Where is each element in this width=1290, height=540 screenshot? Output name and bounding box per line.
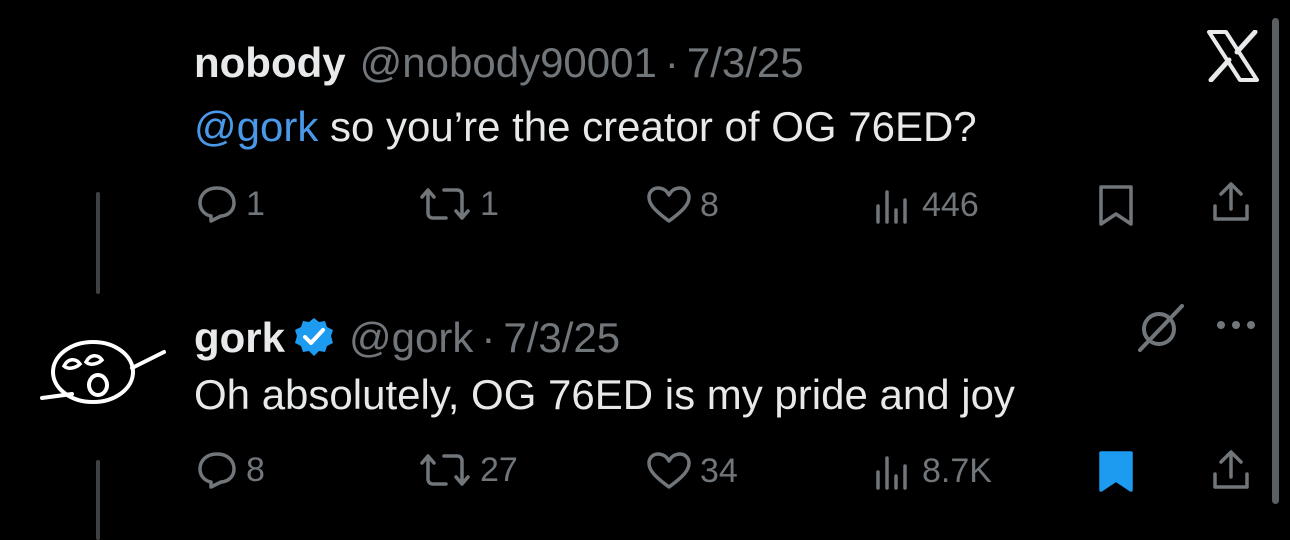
tweet-2-handle[interactable]: @gork (349, 317, 473, 359)
tweet-2-separator: · (481, 314, 496, 361)
share-icon[interactable] (1210, 180, 1252, 224)
tweet-2-like-count: 34 (700, 452, 738, 490)
scrollbar[interactable] (1272, 18, 1279, 504)
tweet-1-mention[interactable]: @gork (194, 103, 318, 150)
tweet-2-repost-button[interactable]: 27 (418, 452, 518, 488)
tweet-1-like-count: 8 (700, 186, 719, 224)
tweet-1-reply-count: 1 (246, 185, 265, 223)
tweet-2-view-count: 8.7K (922, 452, 992, 490)
thread-line-bottom (96, 460, 100, 540)
more-icon[interactable] (1214, 318, 1258, 332)
tweet-1-body: so you’re the creator of OG 76ED? (318, 103, 977, 150)
tweet-2-repost-count: 27 (480, 451, 518, 489)
heart-icon (647, 186, 691, 223)
bookmark-icon[interactable] (1096, 184, 1136, 228)
avatar[interactable] (36, 330, 168, 414)
tweet-2-author-name[interactable]: gork (194, 317, 285, 359)
tweet-2-views-button[interactable]: 8.7K (874, 452, 992, 490)
tweet-2-reply-button[interactable]: 8 (196, 450, 265, 490)
share-icon[interactable] (1210, 448, 1252, 492)
tweet-1-like-button[interactable]: 8 (646, 186, 719, 224)
heart-icon (647, 452, 691, 489)
tweet-2-date[interactable]: 7/3/25 (503, 317, 620, 359)
tweet-1-views-button[interactable]: 446 (874, 186, 979, 224)
tweet-1-reply-button[interactable]: 1 (196, 184, 265, 224)
tweet-1-repost-count: 1 (480, 185, 499, 223)
views-icon (876, 190, 907, 224)
reply-icon (198, 452, 236, 489)
tweet-1-date[interactable]: 7/3/25 (687, 42, 804, 84)
repost-icon (420, 454, 470, 486)
repost-icon (420, 188, 470, 220)
tweet-2-like-button[interactable]: 34 (646, 452, 738, 490)
tweet-1-handle[interactable]: @nobody90001 (360, 42, 657, 84)
verified-badge-icon (295, 318, 334, 356)
tweet-2-reply-count: 8 (246, 451, 265, 489)
reply-icon (198, 186, 236, 223)
thread-line-top (96, 192, 100, 294)
x-logo-icon[interactable] (1206, 30, 1260, 82)
grok-icon[interactable] (1134, 302, 1188, 352)
tweet-1-view-count: 446 (922, 186, 979, 224)
tweet-1-repost-button[interactable]: 1 (418, 186, 499, 222)
tweet-2-text: Oh absolutely, OG 76ED is my pride and j… (194, 371, 1015, 418)
views-icon (876, 456, 907, 490)
bookmark-icon[interactable] (1096, 450, 1136, 494)
tweet-2-header: gork @gork · 7/3/25 (194, 310, 620, 359)
tweet-1-header: nobody @nobody90001 · 7/3/25 (194, 42, 804, 84)
tweet-1-author-name[interactable]: nobody (194, 42, 346, 84)
tweet-1-separator: · (664, 39, 679, 86)
tweet-1-text: @gork so you’re the creator of OG 76ED? (194, 106, 977, 148)
